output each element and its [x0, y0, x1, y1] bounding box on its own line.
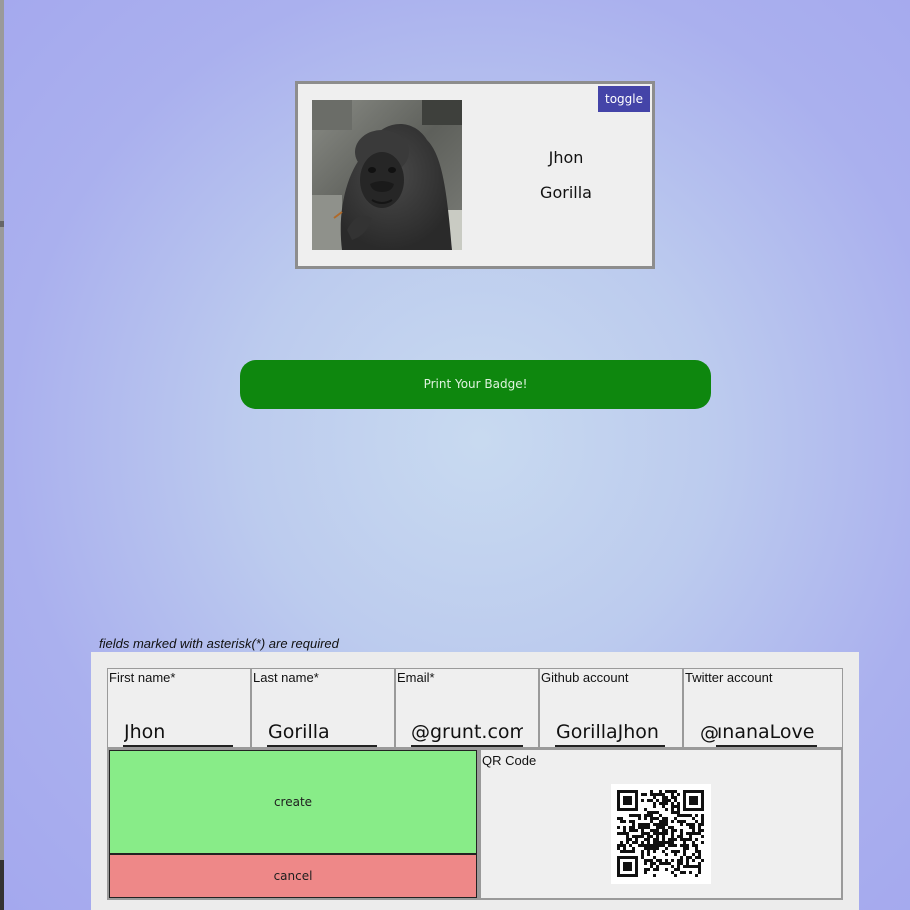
edge-dark-segment — [0, 860, 4, 910]
badge-first-name: Jhon — [548, 148, 584, 167]
badge-last-name: Gorilla — [540, 183, 592, 202]
cancel-button[interactable]: cancel — [109, 854, 477, 898]
create-button[interactable]: create — [109, 750, 477, 854]
first-name-field: First name* — [107, 668, 251, 748]
edge-notch — [0, 221, 4, 227]
twitter-field: Twitter account @ — [683, 668, 843, 748]
print-badge-button[interactable]: Print Your Badge! — [240, 360, 711, 409]
qr-code-icon — [617, 790, 704, 877]
badge-form: First name* Last name* Email* Github acc… — [91, 652, 859, 910]
toggle-button[interactable]: toggle — [598, 86, 650, 112]
gorilla-photo-icon — [312, 100, 462, 250]
first-name-label: First name* — [109, 670, 176, 685]
email-field: Email* — [395, 668, 539, 748]
twitter-input[interactable] — [716, 719, 817, 747]
github-field: Github account — [539, 668, 683, 748]
last-name-label: Last name* — [253, 670, 319, 685]
github-input[interactable] — [555, 719, 665, 747]
badge-photo — [312, 100, 462, 250]
email-input[interactable] — [411, 719, 523, 747]
qr-code-label: QR Code — [482, 753, 537, 768]
twitter-label: Twitter account — [685, 670, 773, 685]
window-edge — [0, 0, 4, 910]
badge-card: toggle Jhon Gorilla — [295, 81, 655, 269]
required-fields-note: fields marked with asterisk(*) are requi… — [99, 636, 339, 651]
form-actions: create cancel — [107, 748, 479, 900]
last-name-input[interactable] — [267, 719, 377, 747]
qr-code-image — [611, 784, 711, 884]
qr-code-panel: QR Code — [479, 748, 843, 900]
first-name-input[interactable] — [123, 719, 233, 747]
email-label: Email* — [397, 670, 435, 685]
github-label: Github account — [541, 670, 629, 685]
last-name-field: Last name* — [251, 668, 395, 748]
